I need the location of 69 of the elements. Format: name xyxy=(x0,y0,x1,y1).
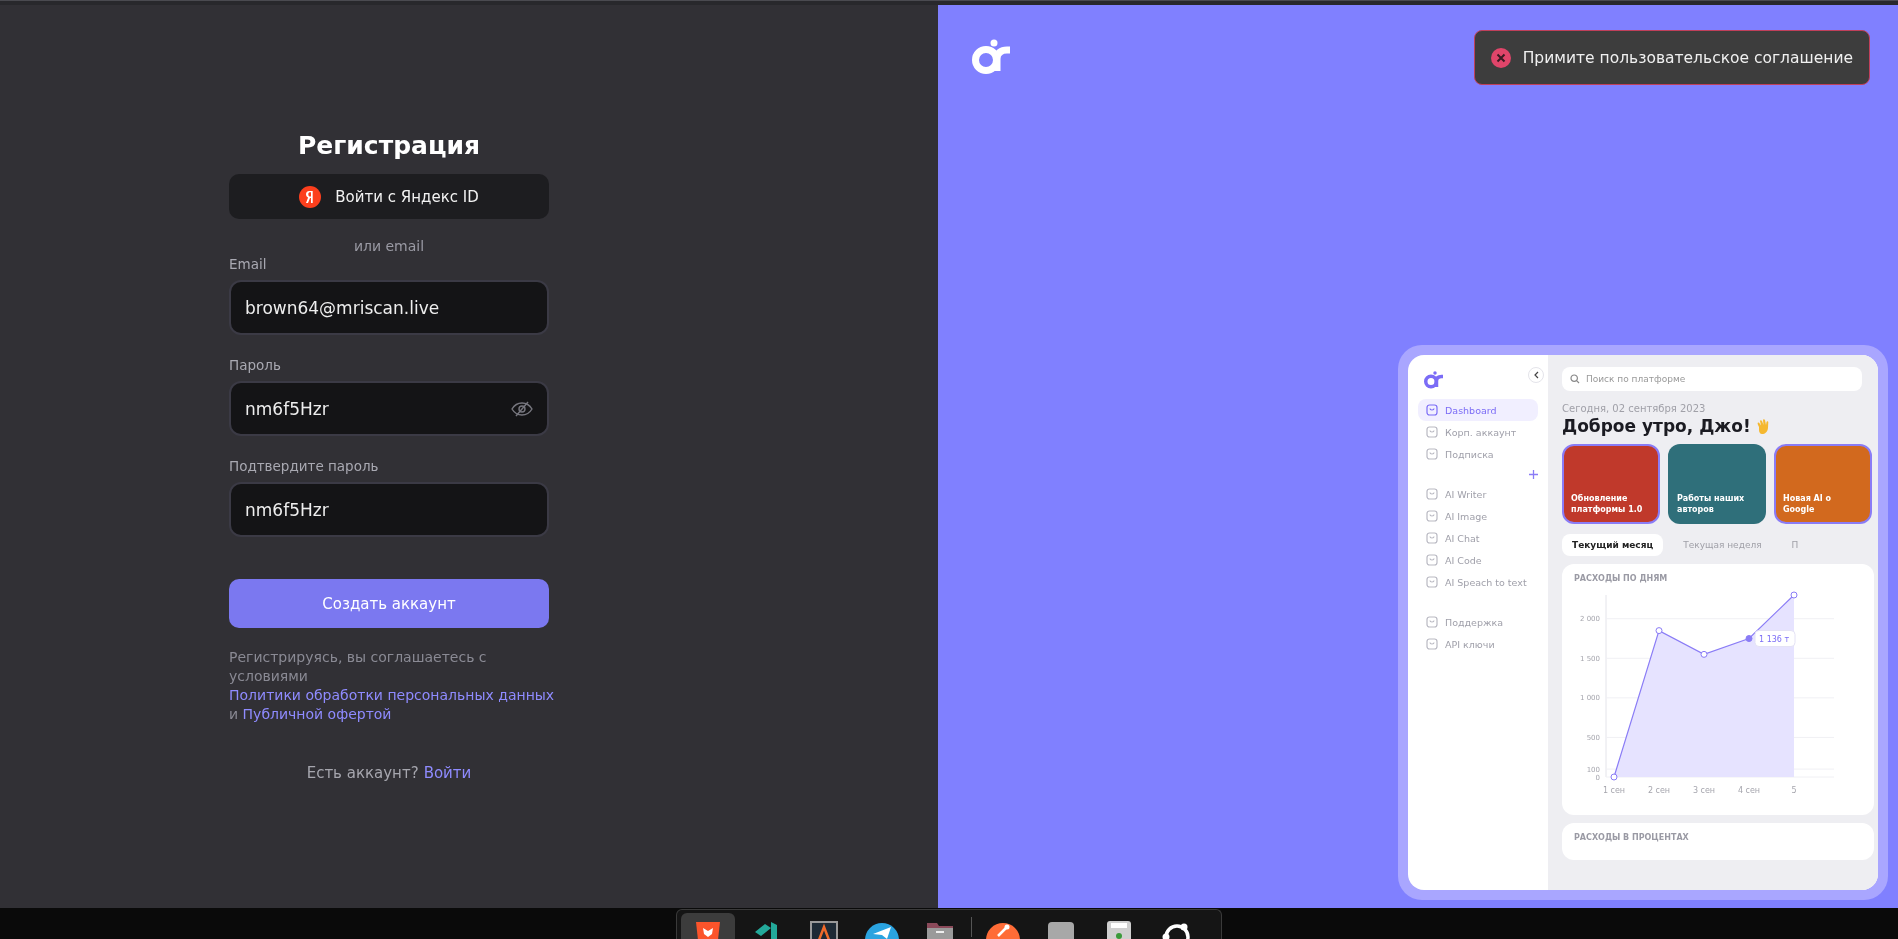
news-card[interactable]: Работы наших авторов xyxy=(1668,444,1766,524)
x-tick-label: 4 сен xyxy=(1737,786,1761,795)
chart-point xyxy=(1700,650,1708,658)
bag-icon xyxy=(1426,638,1438,650)
news-card[interactable]: Обновление платформы 1.0 xyxy=(1562,444,1660,524)
chart-point xyxy=(1745,635,1753,642)
bag-icon xyxy=(1426,554,1438,566)
logo-icon xyxy=(1424,371,1446,389)
chart-point xyxy=(1610,773,1618,781)
sidebar-item[interactable]: API ключи xyxy=(1418,633,1503,655)
bag-icon xyxy=(1426,616,1438,628)
chart-point xyxy=(1655,627,1663,635)
sidebar-item[interactable]: AI Code xyxy=(1418,549,1490,571)
period-tab[interactable]: Текущий месяц xyxy=(1562,534,1664,556)
bag-icon xyxy=(1426,532,1438,544)
bag-icon xyxy=(1426,404,1438,416)
search-icon xyxy=(1570,374,1580,384)
collapse-button[interactable] xyxy=(1528,367,1544,383)
sidebar-item[interactable]: Поддержка xyxy=(1418,611,1512,633)
sidebar-item[interactable]: Dashboard xyxy=(1418,399,1538,421)
dock-item[interactable] xyxy=(681,913,735,939)
plus-icon[interactable] xyxy=(1529,469,1538,479)
chart-title: РАСХОДЫ В ПРОЦЕНТАХ xyxy=(1574,833,1689,842)
period-tab[interactable]: П xyxy=(1781,534,1809,556)
search-field[interactable]: Поиск по платформе xyxy=(1562,367,1862,391)
sidebar-item[interactable]: AI Speach to text xyxy=(1418,571,1535,593)
bag-icon xyxy=(1426,510,1438,522)
chart-point xyxy=(1790,591,1798,599)
x-tick-label: 1 сен xyxy=(1602,786,1626,795)
yandex-login-button[interactable]: Войти с Яндекс ID xyxy=(229,174,549,219)
sidebar-item[interactable]: Корп. аккаунт xyxy=(1418,421,1525,443)
email-field[interactable]: brown64@mriscan.live xyxy=(229,280,549,335)
x-tick-label: 2 сен xyxy=(1647,786,1671,795)
divider-text: или email xyxy=(352,238,426,254)
field-label: Email xyxy=(229,256,268,272)
sidebar-item[interactable]: AI Writer xyxy=(1418,483,1495,505)
chart-tooltip: 1 136 т xyxy=(1754,630,1796,647)
terminal-app-icon xyxy=(807,920,841,939)
hidden-eye-icon[interactable] xyxy=(511,400,533,417)
create-account-button[interactable]: Создать аккаунт xyxy=(229,579,549,628)
period-tab[interactable]: Текущая неделя xyxy=(1673,534,1772,556)
annotation: 1 136 т xyxy=(1759,634,1790,644)
terms-link[interactable]: Политики обработки персональных данных xyxy=(229,687,555,703)
sidebar-item[interactable]: AI Chat xyxy=(1418,527,1488,549)
terms-link[interactable]: Публичной офертой xyxy=(242,706,392,722)
error-icon xyxy=(1490,47,1511,68)
sidebar-item[interactable]: Подписка xyxy=(1418,443,1502,465)
bag-icon xyxy=(1426,576,1438,588)
field-label: Подтвердите пароль xyxy=(229,458,380,474)
bag-icon xyxy=(1426,488,1438,500)
form-title: Регистрация xyxy=(297,131,481,160)
password-field[interactable]: nm6f5Hzr xyxy=(229,482,549,537)
login-prompt: Есть аккаунт? xyxy=(306,764,419,782)
chevron-left-icon xyxy=(1533,371,1539,379)
x-tick-label: 5 xyxy=(1791,786,1797,795)
field-label: Пароль xyxy=(229,357,282,373)
chart-title: РАСХОДЫ ПО ДНЯМ xyxy=(1574,574,1668,583)
news-card[interactable]: Новая AI о Google xyxy=(1774,444,1872,524)
login-link[interactable]: Войти xyxy=(423,764,472,782)
password-field[interactable]: nm6f5Hzr xyxy=(229,381,549,436)
x-tick-label: 3 сен xyxy=(1692,786,1716,795)
bag-icon xyxy=(1426,426,1438,438)
paper-plane-icon xyxy=(865,920,899,939)
toast-message: Примите пользовательское соглашение xyxy=(1522,48,1853,67)
yandex-logo-icon xyxy=(299,185,322,208)
bag-icon xyxy=(1426,448,1438,460)
sidebar-item[interactable]: AI Image xyxy=(1418,505,1496,527)
date-text: Сегодня, 02 сентября 2023 xyxy=(1562,403,1706,414)
greeting-heading: Доброе утро, Джо! xyxy=(1562,416,1751,436)
